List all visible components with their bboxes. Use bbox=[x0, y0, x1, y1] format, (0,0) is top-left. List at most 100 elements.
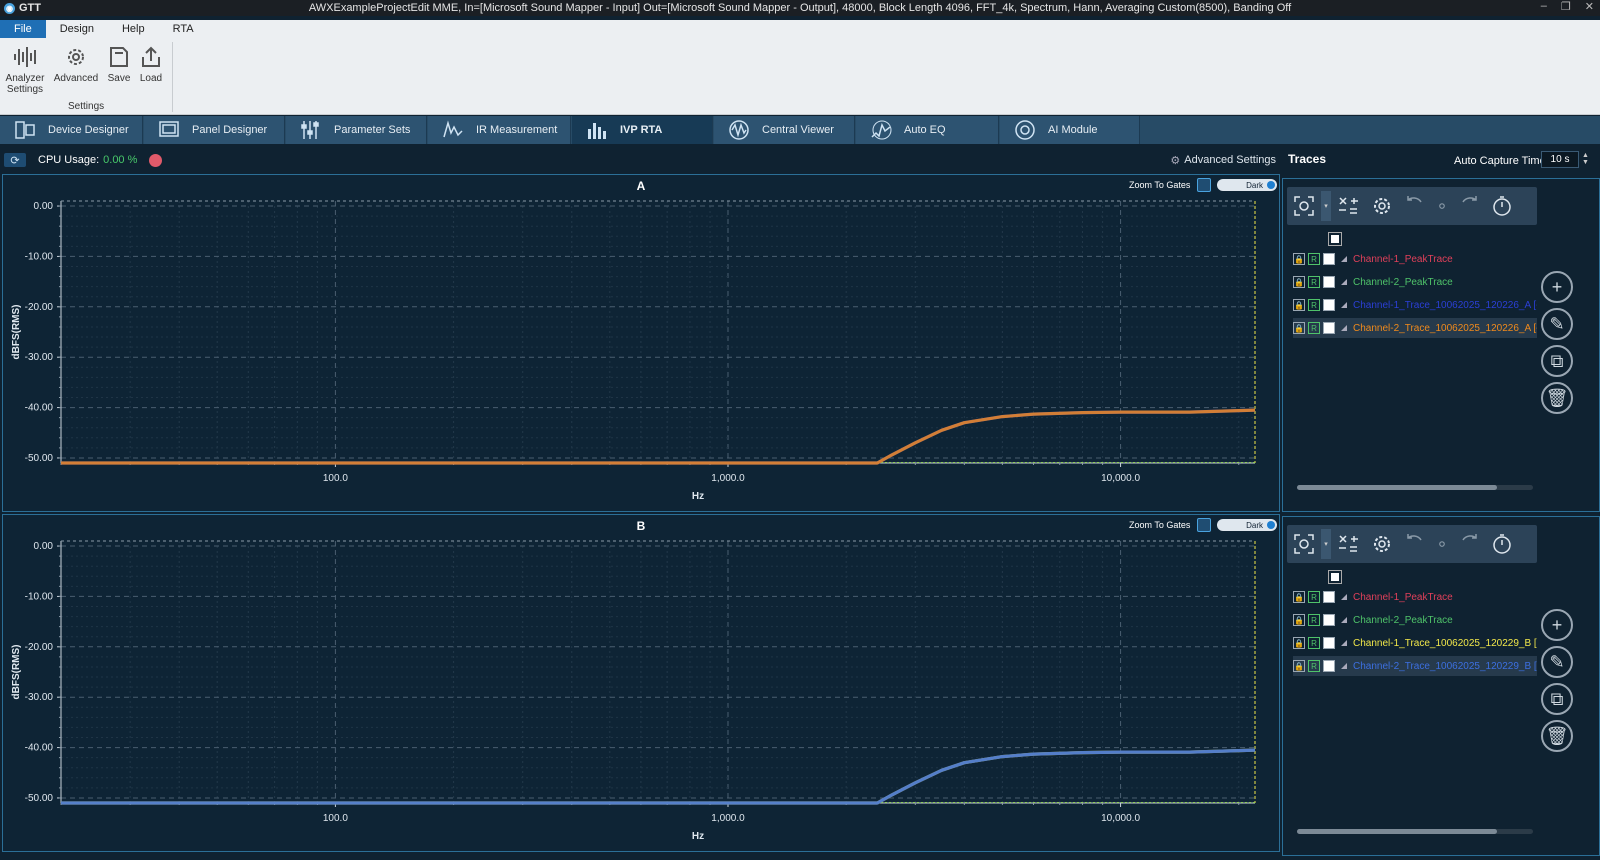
redo-icon[interactable] bbox=[1451, 527, 1485, 561]
trace-row[interactable]: 🔒 R Channel-2_Trace_10062025_120229_B [-1 bbox=[1293, 656, 1537, 676]
close-icon[interactable]: ✕ bbox=[1585, 0, 1594, 13]
chevron-down-icon[interactable]: ▾ bbox=[1321, 529, 1331, 559]
tab-panel-designer[interactable]: Panel Designer bbox=[144, 116, 285, 144]
spinner-arrows-icon[interactable]: ▲ ▼ bbox=[1582, 152, 1589, 166]
gear-icon[interactable] bbox=[1365, 527, 1399, 561]
lock-icon[interactable]: 🔒 bbox=[1293, 614, 1305, 626]
visibility-checkbox[interactable] bbox=[1323, 591, 1335, 603]
camera-icon[interactable] bbox=[1197, 178, 1211, 192]
tab-auto-eq[interactable]: Auto EQ bbox=[856, 116, 999, 144]
gear-icon[interactable] bbox=[1365, 189, 1399, 223]
load-button[interactable]: Load bbox=[136, 44, 166, 84]
reference-toggle[interactable]: R bbox=[1308, 276, 1320, 288]
lock-icon[interactable]: 🔒 bbox=[1293, 660, 1305, 672]
redo-icon[interactable] bbox=[1451, 189, 1485, 223]
lock-icon[interactable]: 🔒 bbox=[1293, 253, 1305, 265]
trash-icon[interactable]: 🗑 bbox=[1541, 382, 1573, 414]
horizontal-scrollbar[interactable] bbox=[1297, 485, 1533, 490]
visibility-checkbox[interactable] bbox=[1323, 253, 1335, 265]
advanced-button[interactable]: Advanced bbox=[52, 44, 100, 84]
advanced-settings-link[interactable]: ⚙ Advanced Settings bbox=[1170, 154, 1276, 167]
reference-toggle[interactable]: R bbox=[1308, 660, 1320, 672]
visibility-checkbox[interactable] bbox=[1323, 660, 1335, 672]
visibility-checkbox[interactable] bbox=[1323, 322, 1335, 334]
lock-icon[interactable]: 🔒 bbox=[1293, 322, 1305, 334]
lock-icon[interactable]: 🔒 bbox=[1293, 591, 1305, 603]
trace-math-icon[interactable] bbox=[1331, 189, 1365, 223]
auto-capture-time-input[interactable]: 10 s bbox=[1541, 151, 1579, 168]
expand-triangle-icon[interactable] bbox=[1341, 663, 1347, 669]
menu-help[interactable]: Help bbox=[108, 20, 159, 38]
timer-icon[interactable] bbox=[1485, 189, 1519, 223]
tab-ir-measurement[interactable]: IR Measurement bbox=[428, 116, 571, 144]
scrollbar-thumb[interactable] bbox=[1297, 485, 1497, 490]
chevron-down-icon[interactable]: ▾ bbox=[1321, 191, 1331, 221]
export-icon[interactable]: ⧉ bbox=[1541, 345, 1573, 377]
tab-central-viewer[interactable]: Central Viewer bbox=[714, 116, 855, 144]
chart-a[interactable]: 0.00 -10.00 -20.00 -30.00 -40.00 -50.00 100.0 1… bbox=[3, 175, 1281, 513]
trace-row[interactable]: 🔒 R Channel-1_Trace_10062025_120229_B [-1 bbox=[1293, 633, 1537, 653]
fit-view-icon[interactable] bbox=[1287, 189, 1321, 223]
dark-mode-toggle[interactable]: Dark bbox=[1217, 519, 1277, 531]
lock-icon[interactable]: 🔒 bbox=[1293, 637, 1305, 649]
menu-design[interactable]: Design bbox=[46, 20, 108, 38]
menu-rta[interactable]: RTA bbox=[159, 20, 208, 38]
expand-triangle-icon[interactable] bbox=[1341, 279, 1347, 285]
visibility-checkbox[interactable] bbox=[1323, 614, 1335, 626]
menu-file[interactable]: File bbox=[0, 20, 46, 38]
reference-toggle[interactable]: R bbox=[1308, 253, 1320, 265]
tab-ivp-rta[interactable]: IVP RTA bbox=[572, 116, 713, 144]
add-trace-icon[interactable]: + bbox=[1541, 609, 1573, 641]
trace-row[interactable]: 🔒 R Channel-1_Trace_10062025_120226_A [-1 bbox=[1293, 295, 1537, 315]
analyzer-settings-button[interactable]: Analyzer Settings bbox=[4, 44, 46, 95]
select-all-checkbox[interactable] bbox=[1328, 232, 1342, 246]
tab-ai-module[interactable]: AI Module bbox=[1000, 116, 1140, 144]
fit-view-icon[interactable] bbox=[1287, 527, 1321, 561]
expand-triangle-icon[interactable] bbox=[1341, 594, 1347, 600]
reference-toggle[interactable]: R bbox=[1308, 299, 1320, 311]
trace-math-icon[interactable] bbox=[1331, 527, 1365, 561]
horizontal-scrollbar[interactable] bbox=[1297, 829, 1533, 834]
trace-row[interactable]: 🔒 R Channel-2_PeakTrace bbox=[1293, 610, 1537, 630]
reference-toggle[interactable]: R bbox=[1308, 637, 1320, 649]
camera-icon[interactable] bbox=[1197, 518, 1211, 532]
visibility-checkbox[interactable] bbox=[1323, 276, 1335, 288]
refresh-button[interactable]: ⟳ bbox=[4, 153, 26, 167]
trace-row[interactable]: 🔒 R Channel-1_PeakTrace bbox=[1293, 249, 1537, 269]
minimize-icon[interactable]: – bbox=[1541, 0, 1547, 13]
undo-icon[interactable] bbox=[1399, 189, 1433, 223]
edit-icon[interactable]: ✎ bbox=[1541, 646, 1573, 678]
trace-row[interactable]: 🔒 R Channel-2_Trace_10062025_120226_A [-1 bbox=[1293, 318, 1537, 338]
tab-device-designer[interactable]: Device Designer bbox=[0, 116, 143, 144]
trace-row[interactable]: 🔒 R Channel-2_PeakTrace bbox=[1293, 272, 1537, 292]
record-indicator-icon[interactable] bbox=[149, 153, 163, 167]
lock-icon[interactable]: 🔒 bbox=[1293, 299, 1305, 311]
expand-triangle-icon[interactable] bbox=[1341, 640, 1347, 646]
dark-mode-toggle[interactable]: Dark bbox=[1217, 179, 1277, 191]
expand-triangle-icon[interactable] bbox=[1341, 302, 1347, 308]
restore-icon[interactable]: ❐ bbox=[1561, 0, 1571, 13]
export-icon[interactable]: ⧉ bbox=[1541, 683, 1573, 715]
edit-icon[interactable]: ✎ bbox=[1541, 308, 1573, 340]
undo-icon[interactable] bbox=[1399, 527, 1433, 561]
reference-toggle[interactable]: R bbox=[1308, 614, 1320, 626]
expand-triangle-icon[interactable] bbox=[1341, 325, 1347, 331]
trash-icon[interactable]: 🗑 bbox=[1541, 720, 1573, 752]
reset-icon[interactable] bbox=[1433, 527, 1451, 561]
visibility-checkbox[interactable] bbox=[1323, 299, 1335, 311]
expand-triangle-icon[interactable] bbox=[1341, 256, 1347, 262]
scrollbar-thumb[interactable] bbox=[1297, 829, 1497, 834]
select-all-checkbox[interactable] bbox=[1328, 570, 1342, 584]
visibility-checkbox[interactable] bbox=[1323, 637, 1335, 649]
expand-triangle-icon[interactable] bbox=[1341, 617, 1347, 623]
chart-b[interactable]: 0.00 -10.00 -20.00 -30.00 -40.00 -50.00 100.0 1… bbox=[3, 515, 1281, 853]
tab-parameter-sets[interactable]: Parameter Sets bbox=[286, 116, 427, 144]
add-trace-icon[interactable]: + bbox=[1541, 271, 1573, 303]
reference-toggle[interactable]: R bbox=[1308, 322, 1320, 334]
reset-icon[interactable] bbox=[1433, 189, 1451, 223]
trace-row[interactable]: 🔒 R Channel-1_PeakTrace bbox=[1293, 587, 1537, 607]
timer-icon[interactable] bbox=[1485, 527, 1519, 561]
save-button[interactable]: Save bbox=[104, 44, 134, 84]
reference-toggle[interactable]: R bbox=[1308, 591, 1320, 603]
lock-icon[interactable]: 🔒 bbox=[1293, 276, 1305, 288]
